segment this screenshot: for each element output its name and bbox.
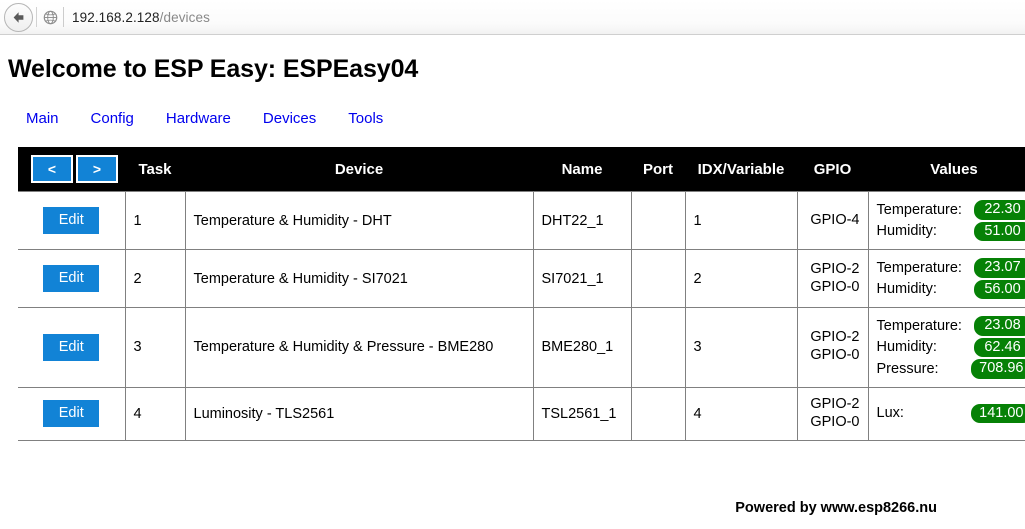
next-page-button[interactable]: >: [76, 155, 118, 183]
edit-cell: Edit: [18, 191, 126, 250]
name-cell: TSL2561_1: [532, 386, 632, 441]
table-row: Edit 2 Temperature & Humidity - SI7021 SI70…: [18, 249, 1025, 308]
header-name: Name: [533, 147, 631, 192]
edit-cell: Edit: [18, 386, 126, 441]
devices-table: < > Task Device Name Port IDX/Variable GP…: [18, 147, 1025, 441]
header-port: Port: [631, 147, 685, 192]
table-row: Edit 3 Temperature & Humidity & Pressure -…: [18, 307, 1025, 388]
back-button[interactable]: [4, 2, 33, 32]
header-device: Device: [185, 147, 533, 192]
values-list: Temperature: 23.07 Humidity: 56.00: [877, 258, 1025, 299]
edit-button[interactable]: Edit: [43, 207, 100, 234]
task-cell: 2: [124, 249, 186, 308]
values-list: Temperature: 22.30 Humidity: 51.00: [877, 200, 1025, 241]
values-list: Temperature: 23.08 Humidity: 62.46 Pressure:…: [877, 316, 1025, 379]
value-badge: 23.07: [973, 258, 1025, 278]
pager-cell: < >: [18, 147, 125, 192]
url-host: 192.168.2.128: [72, 9, 160, 25]
edit-button[interactable]: Edit: [43, 400, 100, 427]
main-navigation: Main Config Hardware Devices Tools: [26, 110, 1019, 127]
task-cell: 1: [124, 191, 186, 250]
gpio-cell: GPIO-2 GPIO-0: [796, 307, 869, 388]
value-label: Humidity:: [876, 339, 937, 355]
header-task: Task: [125, 147, 185, 192]
value-badge: 23.08: [973, 316, 1025, 336]
values-cell: Temperature: 22.30 Humidity: 51.00: [867, 191, 1025, 250]
devices-table-body: Edit 1 Temperature & Humidity - DHT DHT22_1…: [18, 191, 1025, 441]
values-list: Lux: 141.00: [876, 403, 1025, 424]
page-footer: Powered by www.esp8266.nu: [735, 500, 937, 516]
value-badge: 56.00: [973, 279, 1025, 299]
gpio-cell: GPIO-4: [796, 191, 869, 250]
value-badge: 51.00: [973, 221, 1025, 241]
table-header-row: < > Task Device Name Port IDX/Variable GP…: [18, 147, 1025, 192]
device-cell: Temperature & Humidity - SI7021: [184, 249, 534, 308]
value-badge: 62.46: [973, 337, 1025, 357]
task-cell: 3: [124, 307, 186, 388]
port-cell: [630, 191, 686, 250]
port-cell: [630, 307, 686, 388]
nav-link-main[interactable]: Main: [26, 110, 59, 127]
globe-icon: [37, 7, 63, 27]
value-row: Temperature: 22.30: [877, 200, 1025, 220]
values-cell: Temperature: 23.08 Humidity: 62.46 Pressure:…: [867, 307, 1025, 388]
edit-cell: Edit: [18, 249, 126, 308]
page-title: Welcome to ESP Easy: ESPEasy04: [8, 55, 419, 83]
value-row: Humidity: 51.00: [876, 221, 1025, 241]
value-label: Humidity:: [876, 223, 937, 239]
value-row: Humidity: 62.46: [876, 337, 1025, 357]
idx-cell: 3: [684, 307, 798, 388]
header-gpio: GPIO: [797, 147, 868, 192]
device-cell: Temperature & Humidity & Pressure - BME2…: [184, 307, 534, 388]
table-row: Edit 1 Temperature & Humidity - DHT DHT22_1…: [18, 191, 1025, 250]
header-values: Values: [868, 147, 1025, 192]
browser-toolbar: 192.168.2.128/devices: [0, 0, 1025, 35]
task-cell: 4: [124, 386, 186, 441]
url-path: /devices: [159, 9, 210, 25]
value-label: Temperature:: [876, 259, 962, 276]
value-label: Temperature:: [876, 317, 962, 334]
edit-cell: Edit: [18, 307, 126, 388]
value-row: Humidity: 56.00: [876, 279, 1025, 299]
table-row: Edit 4 Luminosity - TLS2561 TSL2561_1 4 GPIO-…: [18, 386, 1025, 441]
device-cell: Temperature & Humidity - DHT: [184, 191, 534, 250]
gpio-cell: GPIO-2 GPIO-0: [796, 386, 869, 441]
device-cell: Luminosity - TLS2561: [184, 386, 534, 441]
name-cell: BME280_1: [532, 307, 632, 388]
value-label: Temperature:: [876, 201, 962, 218]
value-label: Pressure:: [876, 360, 939, 377]
page-content: Welcome to ESP Easy: ESPEasy04 Main Confi…: [0, 55, 1025, 516]
previous-page-button[interactable]: <: [31, 155, 73, 183]
idx-cell: 4: [684, 386, 798, 441]
value-row: Temperature: 23.08: [877, 316, 1025, 336]
port-cell: [630, 249, 686, 308]
back-arrow-icon: [13, 11, 24, 23]
header-idx: IDX/Variable: [685, 147, 797, 192]
value-row: Temperature: 23.07: [877, 258, 1025, 278]
nav-link-tools[interactable]: Tools: [348, 110, 383, 127]
nav-link-config[interactable]: Config: [91, 110, 134, 127]
idx-cell: 2: [684, 249, 798, 308]
idx-cell: 1: [684, 191, 798, 250]
name-cell: DHT22_1: [532, 191, 632, 250]
value-badge: 708.96: [971, 359, 1025, 379]
value-label: Lux:: [876, 405, 904, 422]
url-divider: [63, 7, 64, 27]
value-badge: 22.30: [973, 200, 1025, 220]
nav-link-devices[interactable]: Devices: [263, 110, 316, 127]
value-badge: 141.00: [971, 403, 1025, 424]
edit-button[interactable]: Edit: [43, 333, 100, 361]
name-cell: SI7021_1: [532, 249, 632, 308]
address-bar[interactable]: 192.168.2.128/devices: [72, 10, 210, 25]
port-cell: [630, 386, 686, 441]
value-row: Lux: 141.00: [876, 403, 1025, 424]
value-label: Humidity:: [876, 281, 937, 297]
value-row: Pressure: 708.96: [877, 359, 1025, 379]
values-cell: Lux: 141.00: [867, 386, 1025, 441]
edit-button[interactable]: Edit: [43, 265, 100, 292]
values-cell: Temperature: 23.07 Humidity: 56.00: [867, 249, 1025, 308]
nav-link-hardware[interactable]: Hardware: [166, 110, 231, 127]
gpio-cell: GPIO-2 GPIO-0: [796, 249, 869, 308]
pager-group: < >: [31, 155, 118, 183]
